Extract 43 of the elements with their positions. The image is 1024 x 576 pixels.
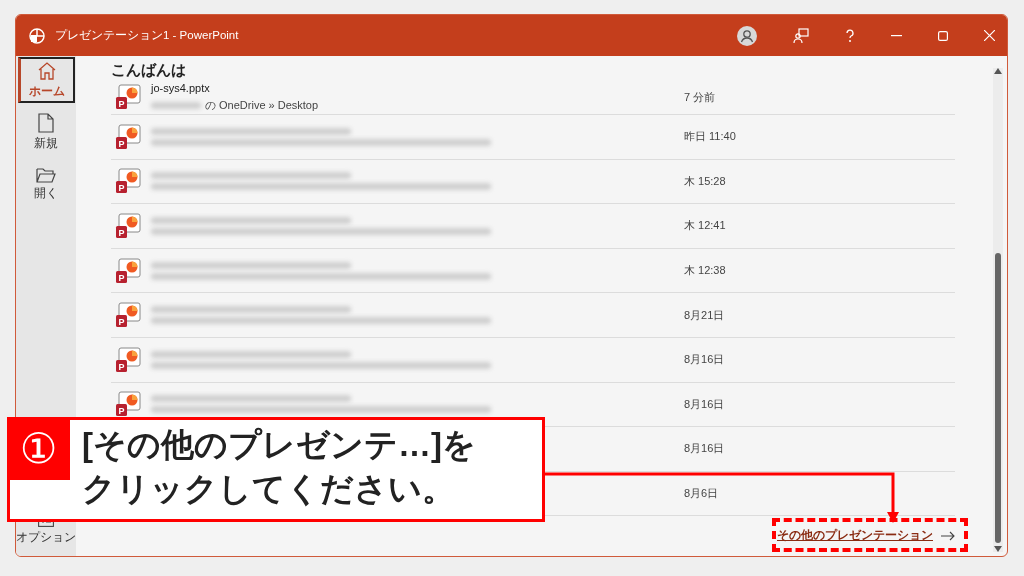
greeting: こんばんは	[111, 60, 187, 80]
file-row[interactable]: P 昨日 11:40	[111, 115, 955, 160]
app-icon	[29, 27, 45, 44]
maximize-icon[interactable]	[938, 30, 948, 41]
presenter-icon[interactable]	[793, 27, 809, 44]
document-icon	[38, 113, 54, 133]
help-icon[interactable]	[845, 28, 855, 43]
file-location: の OneDrive » Desktop	[205, 97, 319, 113]
file-row[interactable]: P jo-sys4.pptx の OneDrive » Desktop 7 分前	[111, 80, 955, 115]
home-icon	[36, 61, 57, 81]
instruction-text: [その他のプレゼンテ…]を クリックしてください。	[81, 425, 476, 509]
sidebar-item[interactable]: 新規	[17, 109, 75, 155]
account-avatar-icon[interactable]	[737, 25, 757, 46]
file-row[interactable]: P 8月21日	[111, 293, 955, 338]
file-row[interactable]: P 8月16日	[111, 337, 955, 383]
more-presentations-link[interactable]: その他のプレゼンテーション	[777, 528, 933, 544]
minimize-icon[interactable]	[891, 34, 902, 37]
file-date: 8月16日	[684, 352, 725, 368]
close-icon[interactable]	[984, 30, 995, 41]
redacted-text	[151, 101, 201, 109]
sidebar-item[interactable]: ホーム	[17, 57, 75, 103]
file-row[interactable]: P 木 15:28	[111, 159, 955, 205]
scroll-up-icon[interactable]	[994, 68, 1002, 74]
sidebar-item[interactable]: 開く	[17, 161, 75, 207]
file-date: 木 15:28	[684, 173, 726, 189]
file-date: 木 12:41	[684, 218, 726, 234]
scrollbar-thumb[interactable]	[995, 253, 1001, 543]
file-date: 8月16日	[684, 441, 725, 457]
file-date: 昨日 11:40	[684, 129, 736, 145]
file-date: 木 12:38	[684, 263, 726, 279]
arrow-right-icon[interactable]	[941, 530, 955, 541]
scrollbar[interactable]	[993, 68, 1003, 552]
folder-icon	[36, 167, 56, 183]
step-number: ①	[7, 417, 70, 480]
file-date: 8月6日	[684, 486, 719, 502]
file-row[interactable]: P 木 12:38	[111, 248, 955, 294]
file-date: 7 分前	[684, 89, 716, 105]
file-name: jo-sys4.pptx	[151, 81, 211, 94]
file-row[interactable]: P 木 12:41	[111, 204, 955, 249]
window-title: プレゼンテーション1 - PowerPoint	[55, 28, 239, 43]
file-date: 8月16日	[684, 396, 725, 412]
scroll-down-icon[interactable]	[994, 546, 1002, 552]
file-date: 8月21日	[684, 307, 725, 323]
